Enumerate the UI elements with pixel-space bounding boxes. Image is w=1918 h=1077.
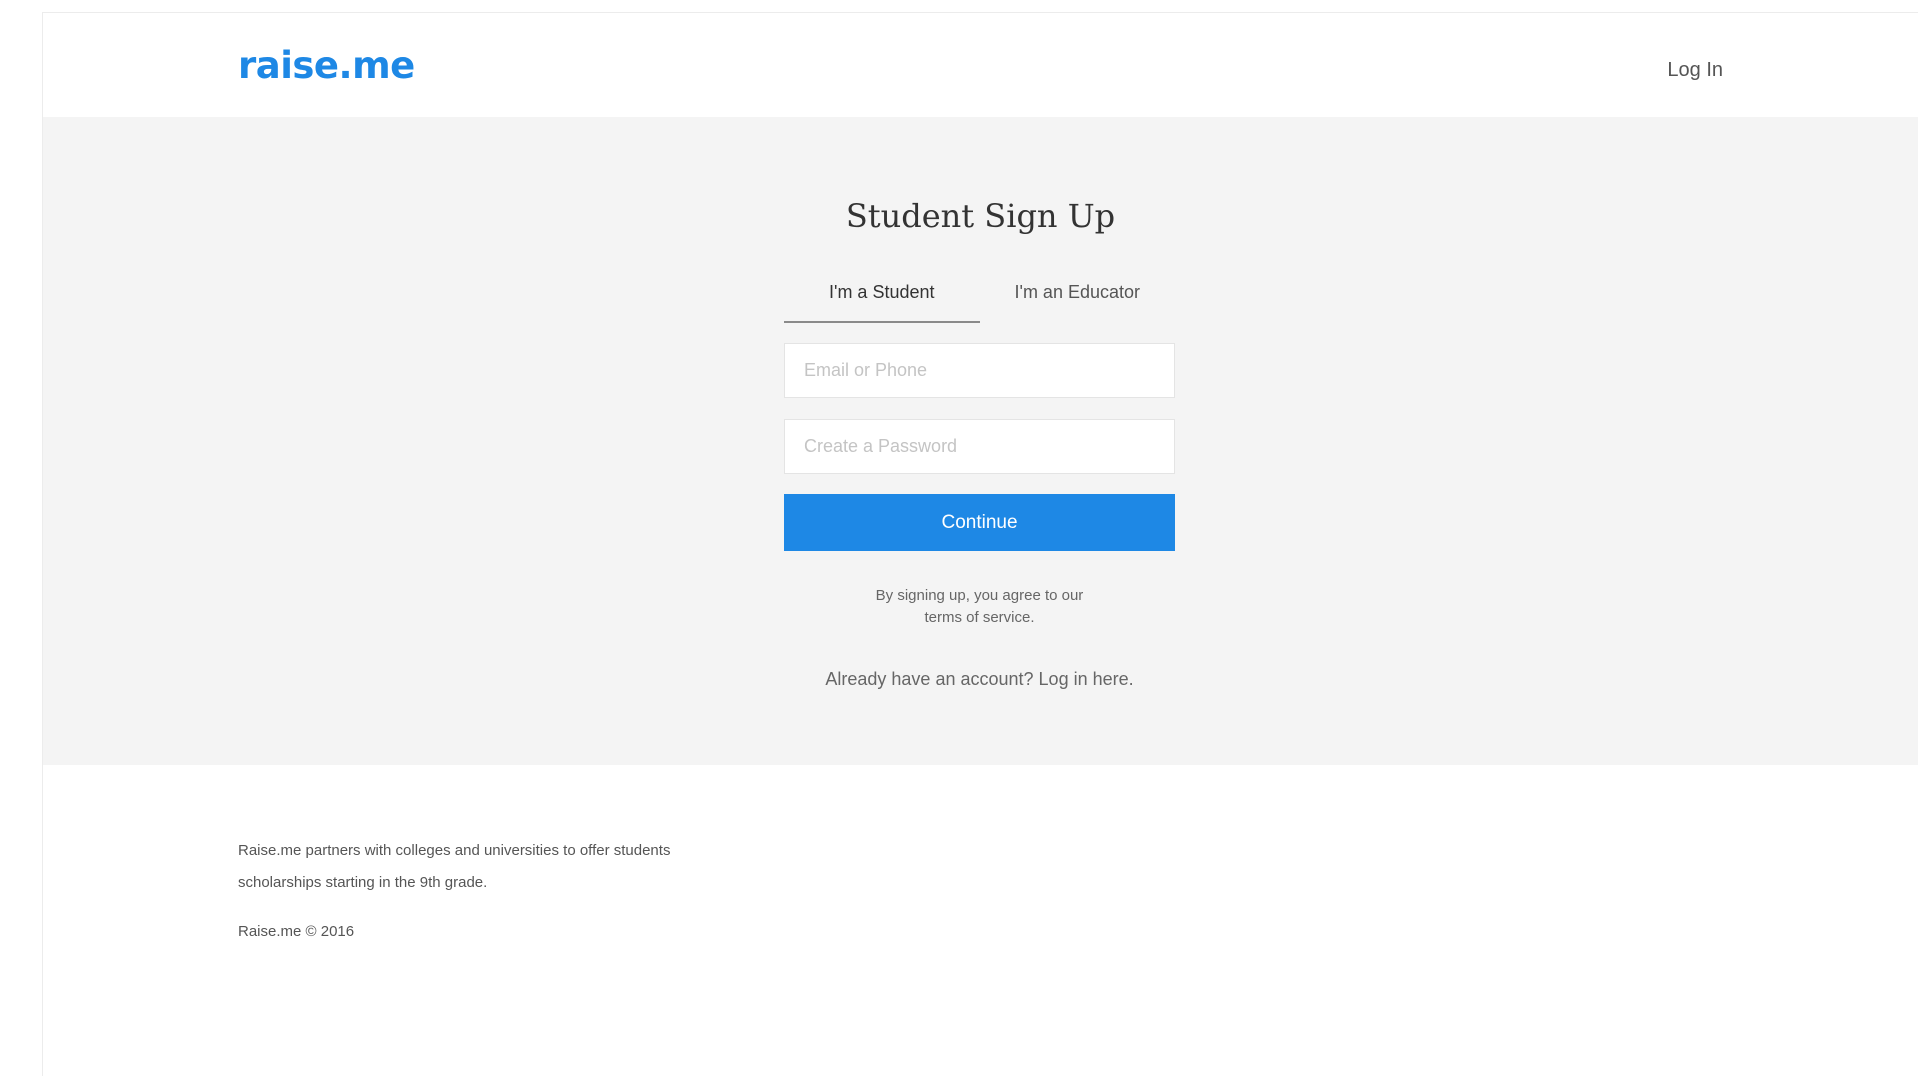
terms-note: By signing up, you agree to our terms of…: [784, 585, 1175, 629]
tab-educator[interactable]: I'm an Educator: [980, 271, 1176, 323]
terms-prefix: By signing up, you agree to our: [875, 587, 1084, 604]
continue-button[interactable]: Continue: [784, 494, 1175, 551]
tab-student[interactable]: I'm a Student: [784, 271, 980, 323]
raise-me-logo[interactable]: raise.me: [238, 47, 415, 84]
already-prefix: Already have an account?: [825, 669, 1034, 689]
footer-blurb: Raise.me partners with colleges and univ…: [238, 842, 671, 891]
email-or-phone-input[interactable]: [784, 343, 1175, 398]
already-have-account-note: Already have an account? Log in here.: [784, 669, 1175, 690]
header-login-link[interactable]: Log In: [1667, 59, 1723, 82]
page-frame: raise.me Log In Student Sign Up I'm a St…: [42, 12, 1918, 1077]
create-password-input[interactable]: [784, 419, 1175, 474]
signup-form: I'm a Student I'm an Educator Continue B…: [784, 271, 1175, 690]
footer-copyright: Raise.me © 2016: [238, 923, 355, 940]
login-here-link[interactable]: Log in here.: [1039, 669, 1134, 689]
signup-section: Student Sign Up I'm a Student I'm an Edu…: [43, 117, 1918, 765]
site-footer: Raise.me partners with colleges and univ…: [43, 765, 1918, 1077]
role-tabs: I'm a Student I'm an Educator: [784, 271, 1175, 323]
site-header: raise.me Log In: [43, 13, 1918, 117]
page-title: Student Sign Up: [845, 197, 1116, 235]
terms-of-service-link[interactable]: terms of service.: [784, 607, 1175, 629]
